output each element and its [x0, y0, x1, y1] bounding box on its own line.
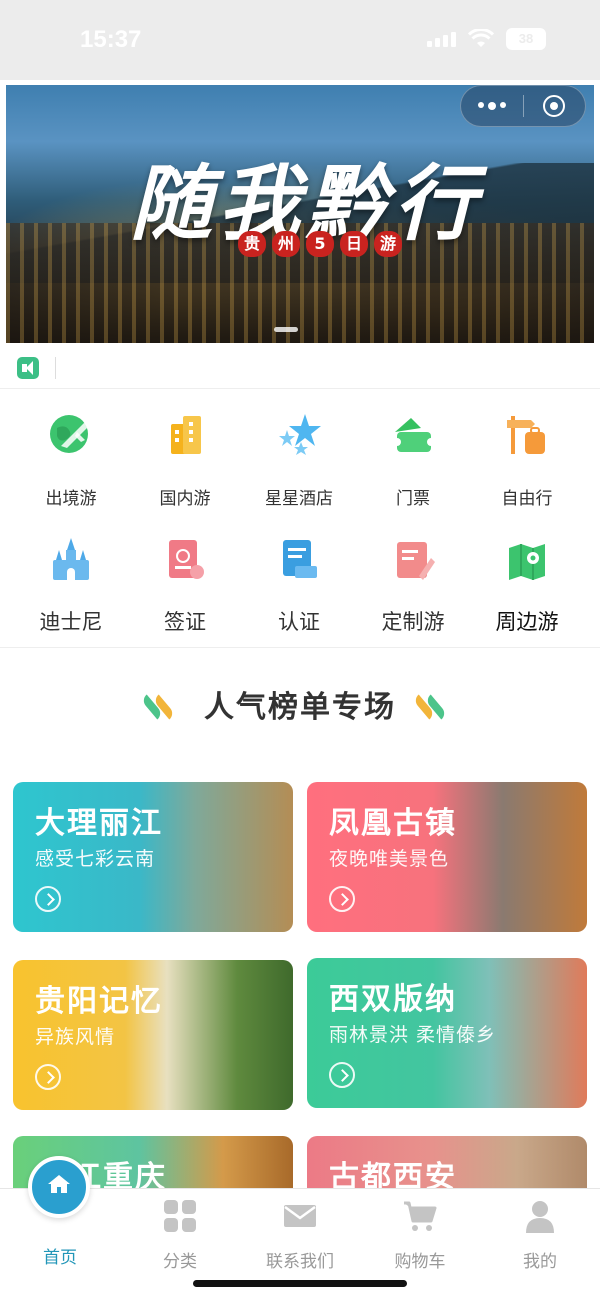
card-title: 贵阳记忆: [35, 984, 163, 1019]
user-icon: [526, 1201, 554, 1233]
cart-icon: [404, 1201, 437, 1231]
custom-plan-icon: [397, 542, 435, 580]
arrow-right-icon[interactable]: [329, 1062, 355, 1088]
category-label: 认证: [278, 610, 320, 634]
card-subtitle: 感受七彩云南: [35, 848, 156, 870]
destination-card-xishuangbanna[interactable]: 西双版纳 雨林景洪 柔情傣乡: [307, 958, 587, 1108]
status-bar: 15:37 38: [0, 0, 600, 80]
arrow-right-icon[interactable]: [35, 1064, 61, 1090]
leaf-decoration-right: [412, 694, 448, 720]
card-title: 凤凰古镇: [329, 806, 457, 841]
card-title: 大理丽江: [35, 806, 163, 841]
category-label: 门票: [396, 489, 430, 509]
category-label: 自由行: [501, 489, 553, 509]
miniprogram-capsule: [460, 85, 586, 127]
map-pin-icon: [509, 544, 545, 580]
tab-label: 首页: [43, 1248, 77, 1268]
destination-card-fenghuang[interactable]: 凤凰古镇 夜晚唯美景色: [307, 782, 587, 932]
speaker-icon: [17, 357, 39, 379]
category-grid: 出境游 国内游 星星酒店 门票 自由行 迪士尼 签证 认证 定制游 周边游: [0, 392, 600, 648]
destination-card-dali-lijiang[interactable]: 大理丽江 感受七彩云南: [13, 782, 293, 932]
wifi-icon: [468, 29, 494, 47]
notice-bar[interactable]: [0, 345, 600, 389]
tab-label: 购物车: [394, 1252, 446, 1272]
category-custom-tour[interactable]: 定制游: [356, 536, 470, 636]
card-subtitle: 雨林景洪 柔情傣乡: [329, 1024, 497, 1046]
tab-label: 我的: [523, 1252, 557, 1272]
ticket-icon: [393, 418, 435, 452]
cellular-signal-icon: [427, 31, 456, 47]
luggage-signpost-icon: [507, 416, 545, 454]
castle-icon: [53, 538, 89, 580]
tab-contact-us[interactable]: 联系我们: [240, 1199, 360, 1272]
mail-icon: [284, 1205, 316, 1227]
tab-category[interactable]: 分类: [120, 1199, 240, 1272]
notice-divider: [55, 357, 56, 379]
card-subtitle: 异族风情: [35, 1026, 116, 1048]
grid-icon: [164, 1200, 196, 1232]
city-building-icon: [171, 416, 201, 454]
certificate-icon: [283, 540, 317, 578]
stars-icon: [279, 414, 321, 455]
globe-plane-icon: [50, 415, 91, 453]
category-visa[interactable]: 签证: [128, 536, 242, 636]
category-outbound[interactable]: 出境游: [14, 410, 128, 509]
more-options-icon[interactable]: [461, 102, 523, 110]
category-label: 迪士尼: [39, 610, 103, 634]
home-icon: [48, 1175, 70, 1193]
battery-icon: 38: [506, 28, 546, 50]
category-star-hotel[interactable]: 星星酒店: [242, 410, 356, 509]
section-title: 人气榜单专场: [204, 690, 396, 725]
destination-card-guiyang[interactable]: 贵阳记忆 异族风情: [13, 960, 293, 1110]
category-label: 定制游: [381, 610, 445, 634]
category-disney[interactable]: 迪士尼: [14, 536, 128, 636]
card-subtitle: 夜晚唯美景色: [329, 848, 450, 870]
close-miniprogram-icon[interactable]: [523, 95, 585, 117]
passport-icon: [169, 540, 204, 579]
card-title: 西双版纳: [329, 982, 457, 1017]
category-label: 出境游: [45, 489, 97, 509]
tab-label: 分类: [163, 1252, 197, 1272]
category-nearby-tour[interactable]: 周边游: [470, 536, 584, 636]
home-fab-button[interactable]: [28, 1156, 90, 1218]
carousel-indicator: [274, 327, 298, 332]
category-label: 国内游: [159, 489, 211, 509]
category-label: 星星酒店: [265, 489, 333, 509]
status-time: 15:37: [80, 26, 142, 53]
category-label: 周边游: [495, 610, 559, 634]
arrow-right-icon[interactable]: [35, 886, 61, 912]
tab-cart[interactable]: 购物车: [360, 1199, 480, 1272]
banner-subtitle: 贵 州 5 日 游: [238, 231, 402, 257]
hero-banner[interactable]: 随我黔行 贵 州 5 日 游: [6, 85, 594, 343]
category-label: 签证: [164, 610, 206, 634]
category-tickets[interactable]: 门票: [356, 410, 470, 509]
category-domestic[interactable]: 国内游: [128, 410, 242, 509]
home-indicator: [193, 1280, 407, 1287]
category-free-travel[interactable]: 自由行: [470, 410, 584, 509]
tab-label: 联系我们: [266, 1252, 334, 1272]
category-certification[interactable]: 认证: [242, 536, 356, 636]
arrow-right-icon[interactable]: [329, 886, 355, 912]
tab-profile[interactable]: 我的: [480, 1199, 600, 1272]
